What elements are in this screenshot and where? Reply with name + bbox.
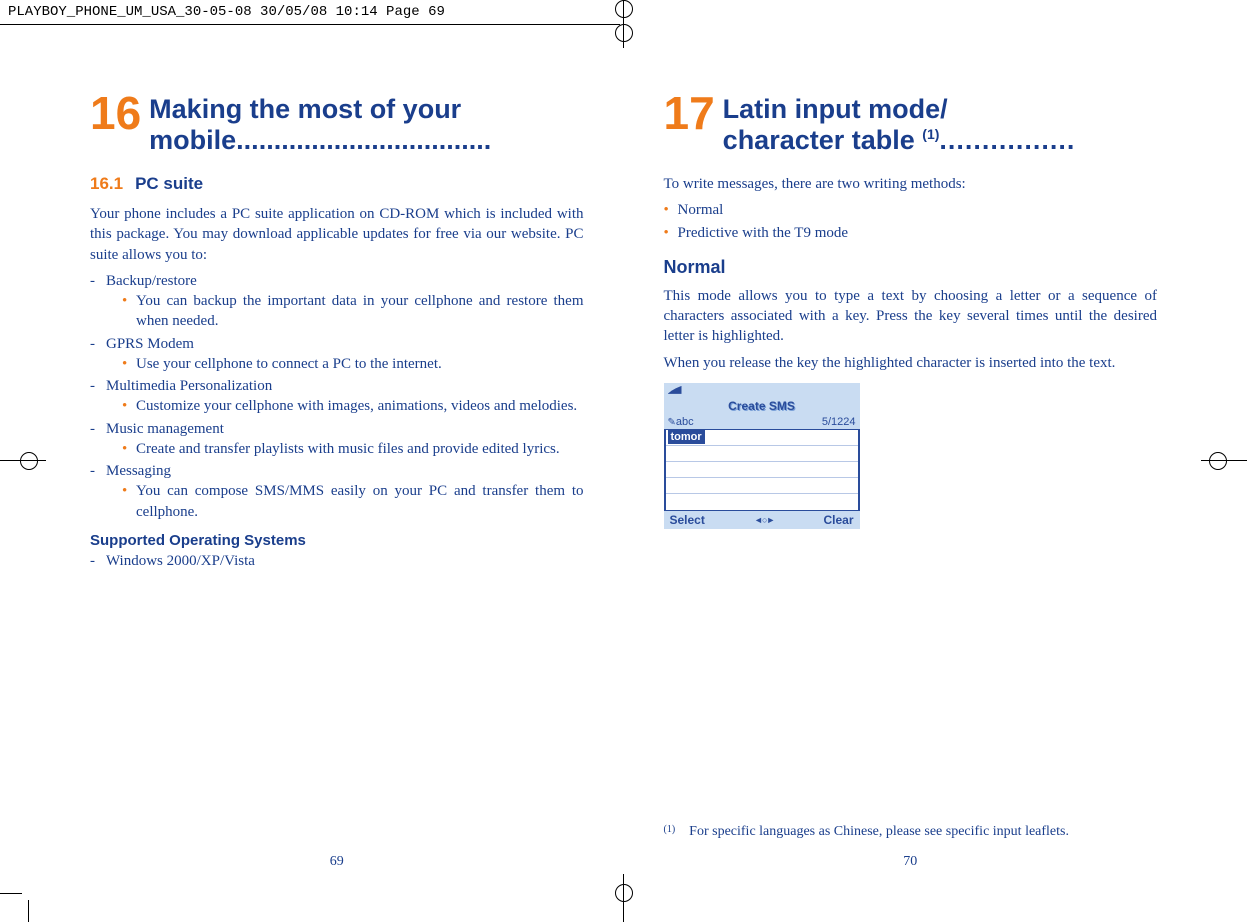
phone-screenshot: Create SMS ✎abc 5/1224 tomor Select ◄○► … [664,383,860,529]
nav-icon: ◄○► [754,515,774,525]
list-sub-item: You can compose SMS/MMS easily on your P… [122,481,584,522]
page-left: 16 Making the most of your mobile.......… [50,60,624,880]
phone-mode-indicator: ✎abc [668,416,694,428]
feature-list: Backup/restore You can backup the import… [90,271,584,522]
intro-paragraph: Your phone includes a PC suite applicati… [90,204,584,265]
chapter-number: 16 [90,90,141,136]
phone-softkey-left: Select [670,513,705,527]
phone-screen-title: Create SMS [664,397,860,415]
phone-char-counter: 5/1224 [822,416,856,428]
chapter-title-dots: ................ [939,125,1075,155]
list-item-head: GPRS Modem [106,336,194,352]
list-item: Music management Create and transfer pla… [90,419,584,460]
list-item: Backup/restore You can backup the import… [90,271,584,332]
chapter-title-sup: (1) [922,126,939,142]
footnote-text: For specific languages as Chinese, pleas… [689,824,1069,840]
chapter-number: 17 [664,90,715,136]
chapter-title: Latin input mode/ character table (1)...… [723,90,1157,156]
crop-mark [0,460,46,461]
intro-paragraph: To write messages, there are two writing… [664,174,1158,194]
page-number: 69 [50,854,624,870]
crop-mark [0,882,40,922]
normal-paragraph: This mode allows you to type a text by c… [664,286,1158,347]
phone-text-area: tomor [664,429,860,511]
list-item-head: Messaging [106,463,171,479]
phone-softkey-bar: Select ◄○► Clear [664,511,860,529]
method-item: Predictive with the T9 mode [664,223,1158,243]
crop-mark [623,0,624,48]
print-header: PLAYBOY_PHONE_UM_USA_30-05-08 30/05/08 1… [0,0,620,25]
method-item: Normal [664,200,1158,220]
page-right: 17 Latin input mode/ character table (1)… [624,60,1198,880]
chapter-title-line2: character table [723,125,923,155]
phone-info-bar: ✎abc 5/1224 [664,415,860,429]
crop-mark [623,874,624,922]
list-sub-item: You can backup the important data in you… [122,291,584,332]
list-item: GPRS Modem Use your cellphone to connect… [90,334,584,375]
chapter-title-line1: Latin input mode/ [723,94,948,124]
phone-typed-word: tomor [668,430,705,444]
pencil-icon: ✎ [668,417,676,428]
phone-status-bar [664,383,860,397]
footnote-mark: (1) [664,824,676,840]
list-sub-item: Use your cellphone to connect a PC to th… [122,354,584,374]
list-item: Messaging You can compose SMS/MMS easily… [90,461,584,522]
list-item: Multimedia Personalization Customize you… [90,376,584,417]
page-number: 70 [624,854,1198,870]
footnote: (1) For specific languages as Chinese, p… [664,824,1158,840]
list-item-head: Backup/restore [106,273,197,289]
crop-mark [1201,460,1247,461]
phone-softkey-right: Clear [823,513,853,527]
os-heading: Supported Operating Systems [90,532,584,549]
normal-paragraph: When you release the key the highlighted… [664,353,1158,373]
list-sub-item: Create and transfer playlists with music… [122,439,584,459]
signal-icon [668,386,682,394]
list-sub-item: Customize your cellphone with images, an… [122,396,584,416]
list-item-head: Multimedia Personalization [106,378,272,394]
chapter-title: Making the most of your mobile..........… [149,90,583,156]
section-number: 16.1 [90,174,123,194]
section-title: PC suite [135,174,203,194]
os-item: Windows 2000/XP/Vista [90,551,584,571]
heading-normal: Normal [664,257,1158,278]
list-item-head: Music management [106,421,224,437]
